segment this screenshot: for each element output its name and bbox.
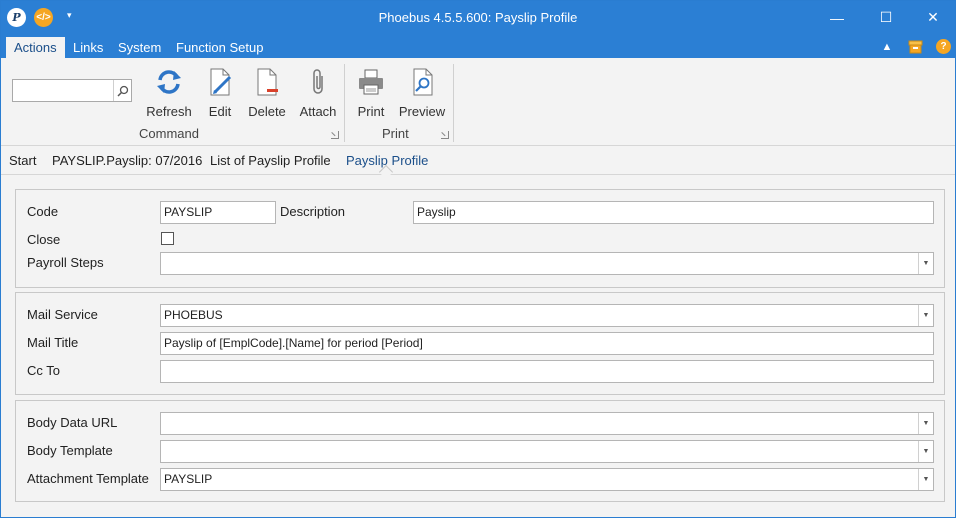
ribbon-divider [453, 64, 454, 142]
menu-tab-bar: Actions Links System Function Setup ▲ ? [1, 34, 955, 58]
mail-settings-panel: Mail Service PHOEBUS ▼ Mail Title Paysli… [15, 292, 945, 395]
breadcrumb: Start PAYSLIP.Payslip: 07/2016 List of P… [1, 147, 955, 180]
archive-box-icon[interactable] [907, 39, 923, 55]
chevron-down-icon[interactable]: ▼ [918, 413, 933, 434]
edit-button[interactable]: Edit [202, 66, 238, 120]
chevron-down-icon[interactable]: ▼ [918, 441, 933, 462]
body-template-dropdown[interactable]: ▼ [160, 440, 934, 463]
attach-label: Attach [299, 104, 337, 119]
cc-to-label: Cc To [27, 363, 60, 378]
chevron-down-icon[interactable]: ▼ [918, 253, 933, 274]
command-group-launcher-icon[interactable] [331, 131, 339, 139]
refresh-button[interactable]: Refresh [144, 66, 194, 120]
attachment-template-label: Attachment Template [27, 471, 149, 486]
paperclip-icon [302, 66, 334, 98]
tab-function-setup[interactable]: Function Setup [168, 37, 271, 58]
search-box [12, 79, 132, 102]
breadcrumb-item-list-of-payslip-profile[interactable]: List of Payslip Profile [210, 153, 331, 168]
code-label: Code [27, 204, 59, 219]
attachment-template-value: PAYSLIP [164, 472, 213, 486]
body-template-label: Body Template [27, 443, 113, 458]
tab-links[interactable]: Links [65, 37, 111, 58]
body-data-url-label: Body Data URL [27, 415, 118, 430]
mail-service-value: PHOEBUS [164, 308, 223, 322]
help-icon[interactable]: ? [936, 39, 951, 54]
close-checkbox[interactable] [161, 232, 174, 245]
delete-button[interactable]: Delete [245, 66, 289, 120]
collapse-ribbon-icon[interactable]: ▲ [879, 39, 895, 55]
minimize-button[interactable]: — [814, 1, 860, 34]
print-group-launcher-icon[interactable] [441, 131, 449, 139]
cc-to-field[interactable] [160, 360, 934, 383]
close-button[interactable]: ✕ [910, 1, 956, 34]
payroll-steps-dropdown[interactable]: ▼ [160, 252, 934, 275]
ribbon-divider [344, 64, 345, 142]
chevron-down-icon[interactable]: ▼ [918, 469, 933, 490]
tab-actions[interactable]: Actions [6, 37, 65, 58]
preview-label: Preview [398, 104, 446, 119]
mail-service-dropdown[interactable]: PHOEBUS ▼ [160, 304, 934, 327]
tab-system[interactable]: System [110, 37, 169, 58]
profile-general-panel: Code PAYSLIP Description Payslip Close P… [15, 189, 945, 288]
print-button[interactable]: Print [353, 66, 389, 120]
print-group-label: Print [382, 126, 409, 141]
mail-title-label: Mail Title [27, 335, 79, 350]
delete-document-icon [251, 66, 283, 98]
title-bar: P </> ▾ Phoebus 4.5.5.600: Payslip Profi… [1, 1, 955, 34]
templates-panel: Body Data URL ▼ Body Template ▼ Attachme… [15, 400, 945, 502]
breadcrumb-item-start[interactable]: Start [9, 153, 36, 168]
body-data-url-dropdown[interactable]: ▼ [160, 412, 934, 435]
description-field[interactable]: Payslip [413, 201, 934, 224]
preview-button[interactable]: Preview [397, 66, 447, 120]
search-icon[interactable] [113, 80, 131, 101]
attachment-template-dropdown[interactable]: PAYSLIP ▼ [160, 468, 934, 491]
payroll-steps-label: Payroll Steps [27, 255, 104, 270]
refresh-icon [153, 66, 185, 98]
chevron-down-icon[interactable]: ▼ [918, 305, 933, 326]
command-group-label: Command [139, 126, 199, 141]
attach-button[interactable]: Attach [296, 66, 340, 120]
code-field[interactable]: PAYSLIP [160, 201, 276, 224]
maximize-button[interactable]: ☐ [863, 1, 909, 34]
refresh-label: Refresh [146, 104, 192, 119]
app-window: P </> ▾ Phoebus 4.5.5.600: Payslip Profi… [0, 0, 956, 518]
breadcrumb-item-payslip-period[interactable]: PAYSLIP.Payslip: 07/2016 [52, 153, 202, 168]
mail-title-field[interactable]: Payslip of [EmplCode].[Name] for period … [160, 332, 934, 355]
mail-service-label: Mail Service [27, 307, 98, 322]
ribbon: Refresh Edit Delete Attach Command Print… [1, 58, 955, 146]
window-title: Phoebus 4.5.5.600: Payslip Profile [378, 10, 578, 25]
printer-icon [355, 66, 387, 98]
edit-document-icon [204, 66, 236, 98]
print-preview-icon [406, 66, 438, 98]
edit-label: Edit [208, 104, 232, 119]
description-label: Description [280, 204, 346, 219]
delete-label: Delete [248, 104, 286, 119]
print-label: Print [357, 104, 385, 119]
close-label: Close [27, 232, 61, 247]
search-input[interactable] [13, 80, 113, 101]
